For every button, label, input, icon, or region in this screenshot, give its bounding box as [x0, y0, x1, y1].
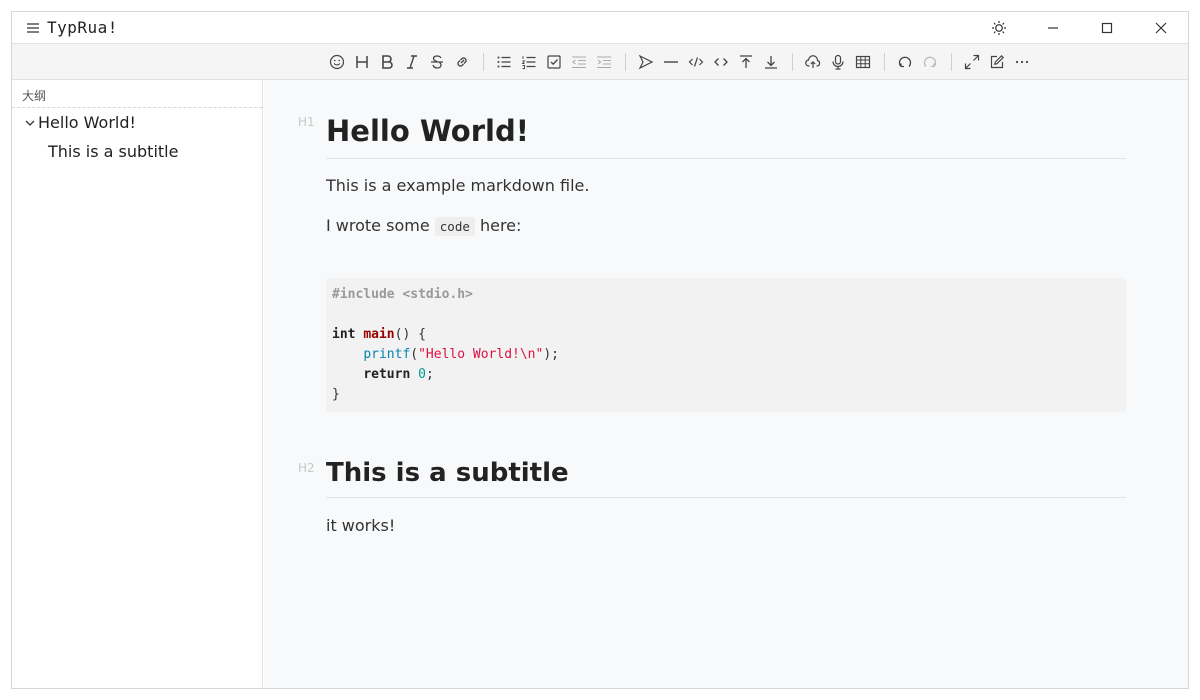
outline-item-subtitle[interactable]: This is a subtitle — [12, 137, 262, 166]
ordered-list-icon[interactable] — [519, 52, 539, 72]
code-token: return — [363, 367, 411, 382]
upload-icon[interactable] — [803, 52, 823, 72]
undo-icon[interactable] — [895, 52, 915, 72]
fullscreen-icon[interactable] — [962, 52, 982, 72]
record-icon[interactable] — [828, 52, 848, 72]
outline-item-label: This is a subtitle — [48, 142, 179, 161]
paragraph[interactable]: it works! — [326, 516, 395, 535]
outline-sidebar: 大纲 Hello World! This is a subtitle — [12, 80, 263, 688]
code-token: ); — [543, 347, 559, 362]
redo-icon[interactable] — [920, 52, 940, 72]
line-icon[interactable] — [661, 52, 681, 72]
emoji-icon[interactable] — [327, 52, 347, 72]
quote-icon[interactable] — [636, 52, 656, 72]
code-token: int — [332, 327, 356, 342]
table-icon[interactable] — [853, 52, 873, 72]
outline-title: 大纲 — [12, 80, 262, 108]
editor-area[interactable]: H1 Hello World! This is a example markdo… — [264, 80, 1188, 688]
bold-icon[interactable] — [377, 52, 397, 72]
strike-icon[interactable] — [427, 52, 447, 72]
toolbar-separator — [483, 53, 484, 71]
insert-before-icon[interactable] — [736, 52, 756, 72]
code-line: } — [332, 385, 1120, 405]
link-icon[interactable] — [452, 52, 472, 72]
theme-toggle-icon[interactable] — [972, 12, 1026, 44]
check-list-icon[interactable] — [544, 52, 564, 72]
toolbar-separator — [951, 53, 952, 71]
app-title: TypRua! — [47, 18, 118, 37]
heading-2[interactable]: This is a subtitle — [326, 458, 1126, 498]
indent-icon[interactable] — [594, 52, 614, 72]
minimize-icon[interactable] — [1026, 12, 1080, 44]
heading-1[interactable]: Hello World! — [326, 114, 1126, 159]
italic-icon[interactable] — [402, 52, 422, 72]
code-token: () { — [394, 327, 426, 342]
code-token: printf — [363, 347, 411, 362]
code-line: return 0; — [332, 365, 1120, 385]
inline-code-icon[interactable] — [711, 52, 731, 72]
code-icon[interactable] — [686, 52, 706, 72]
unordered-list-icon[interactable] — [494, 52, 514, 72]
code-line: #include <stdio.h> — [332, 285, 1120, 305]
title-bar: TypRua! — [12, 12, 1188, 44]
outline-item-hello-world[interactable]: Hello World! — [12, 108, 262, 137]
toolbar-separator — [625, 53, 626, 71]
edit-mode-icon[interactable] — [987, 52, 1007, 72]
code-block[interactable]: #include <stdio.h> int main() { printf("… — [326, 278, 1126, 412]
code-line: printf("Hello World!\n"); — [332, 345, 1120, 365]
paragraph[interactable]: This is a example markdown file. — [326, 176, 589, 195]
paragraph[interactable]: I wrote some code here: — [326, 216, 522, 236]
outline-item-label: Hello World! — [38, 113, 136, 132]
code-token: #include <stdio.h> — [332, 287, 473, 302]
code-token: main — [363, 327, 395, 342]
code-token: ( — [410, 347, 419, 362]
paragraph-text: I wrote some — [326, 216, 430, 235]
editor-toolbar — [12, 44, 1188, 80]
inline-code: code — [434, 217, 475, 236]
code-token: "Hello World!\n" — [418, 347, 544, 362]
toolbar-separator — [884, 53, 885, 71]
chevron-down-icon[interactable] — [22, 115, 38, 131]
app-window: TypRua! 大纲 Hello World! This is a subtit… — [11, 11, 1189, 689]
insert-after-icon[interactable] — [761, 52, 781, 72]
hamburger-menu-icon[interactable] — [21, 16, 45, 40]
h1-label: H1 — [298, 115, 315, 129]
outdent-icon[interactable] — [569, 52, 589, 72]
h2-label: H2 — [298, 461, 315, 475]
more-icon[interactable] — [1012, 52, 1032, 72]
code-token: 0 — [418, 367, 426, 382]
code-token: ; — [425, 367, 434, 382]
code-line: int main() { — [332, 325, 1120, 345]
heading-icon[interactable] — [352, 52, 372, 72]
close-icon[interactable] — [1134, 12, 1188, 44]
code-token: } — [332, 387, 340, 402]
paragraph-text: here: — [479, 216, 522, 235]
toolbar-separator — [792, 53, 793, 71]
maximize-icon[interactable] — [1080, 12, 1134, 44]
